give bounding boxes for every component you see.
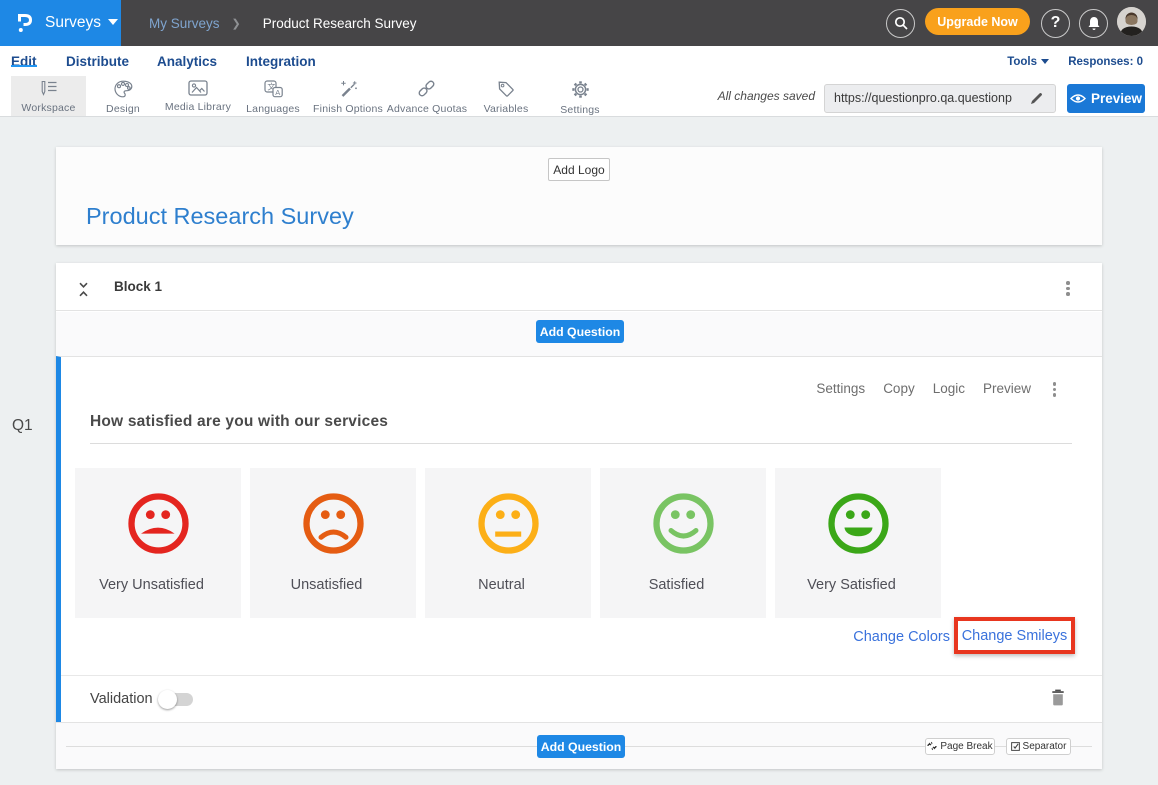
- svg-text:A: A: [275, 88, 280, 97]
